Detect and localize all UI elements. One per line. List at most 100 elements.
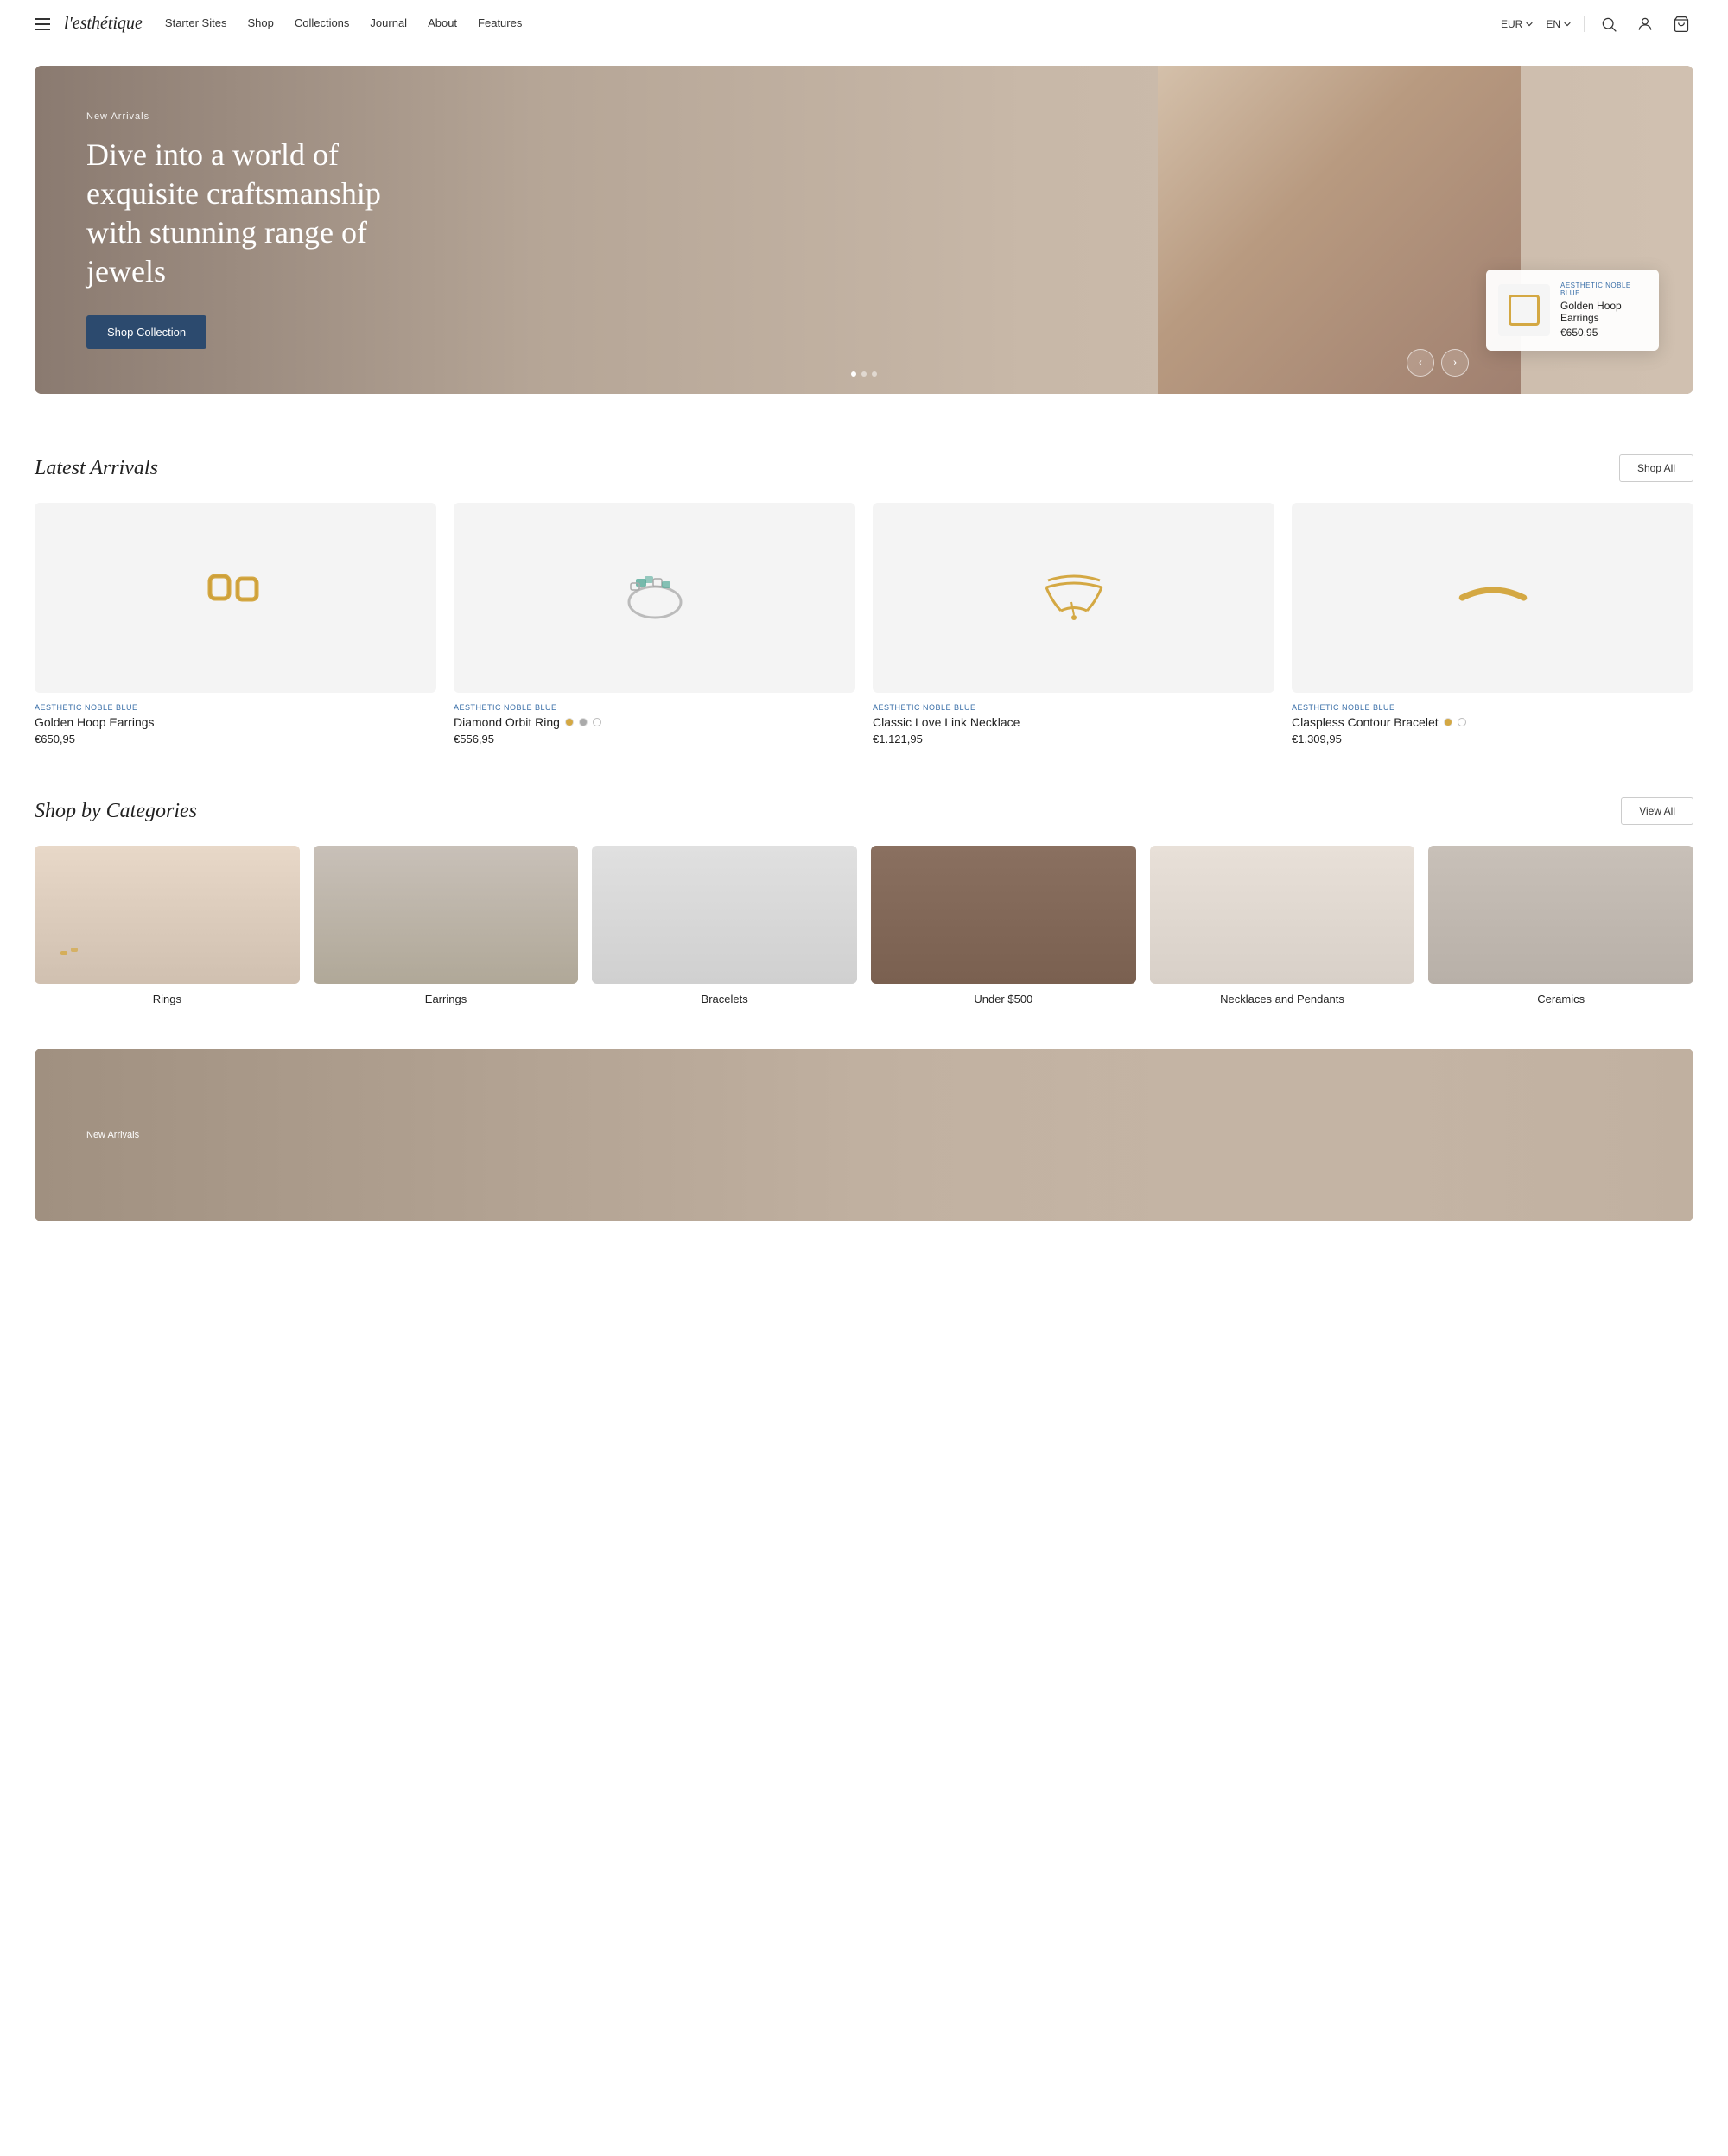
hero-product-info: AESTHETIC NOBLE BLUE Golden Hoop Earring… bbox=[1560, 282, 1647, 339]
hero-model-image bbox=[1158, 66, 1521, 394]
section-header-categories: Shop by Categories View All bbox=[35, 797, 1693, 825]
logo[interactable]: l'esthétique bbox=[64, 14, 143, 34]
product-brand: AESTHETIC NOBLE BLUE bbox=[1292, 703, 1693, 712]
product-brand: AESTHETIC NOBLE BLUE bbox=[35, 703, 436, 712]
latest-arrivals-section: Latest Arrivals Shop All AESTHETIC NOBLE… bbox=[0, 411, 1728, 789]
category-label-under500: Under $500 bbox=[871, 992, 1136, 1005]
product-image-necklace bbox=[873, 503, 1274, 693]
category-label-earrings: Earrings bbox=[314, 992, 579, 1005]
navbar: l'esthétique Starter Sites Shop Collecti… bbox=[0, 0, 1728, 48]
cart-button[interactable] bbox=[1669, 12, 1693, 36]
hero-product-image bbox=[1498, 284, 1550, 336]
second-hero-model-image bbox=[864, 1049, 1693, 1221]
category-image-ceramics bbox=[1428, 846, 1693, 984]
navbar-left: l'esthétique Starter Sites Shop Collecti… bbox=[35, 14, 522, 34]
category-card-bracelets[interactable]: Bracelets bbox=[592, 846, 857, 1005]
product-price: €1.121,95 bbox=[873, 732, 1274, 745]
product-name: Golden Hoop Earrings bbox=[35, 715, 436, 729]
color-swatch-silver[interactable] bbox=[579, 718, 588, 726]
nav-item-features[interactable]: Features bbox=[478, 16, 522, 31]
category-card-necklaces[interactable]: Necklaces and Pendants bbox=[1150, 846, 1415, 1005]
product-card-ring[interactable]: AESTHETIC NOBLE BLUE Diamond Orbit Ring … bbox=[454, 503, 855, 745]
hero-next-button[interactable]: › bbox=[1441, 349, 1469, 377]
category-label-rings: Rings bbox=[35, 992, 300, 1005]
shop-all-button[interactable]: Shop All bbox=[1619, 454, 1693, 482]
hero-content: New Arrivals Dive into a world of exquis… bbox=[35, 77, 467, 384]
product-grid: AESTHETIC NOBLE BLUE Golden Hoop Earring… bbox=[35, 503, 1693, 745]
category-card-under500[interactable]: Under $500 bbox=[871, 846, 1136, 1005]
hamburger-icon[interactable] bbox=[35, 18, 50, 30]
hero-arrows: ‹ › bbox=[1407, 349, 1469, 377]
earring-shape bbox=[1509, 295, 1540, 326]
bracelet-illustration bbox=[1450, 572, 1536, 624]
hero-dot-2[interactable] bbox=[861, 371, 867, 377]
product-image-ring bbox=[454, 503, 855, 693]
product-image-bracelet bbox=[1292, 503, 1693, 693]
section-header-arrivals: Latest Arrivals Shop All bbox=[35, 454, 1693, 482]
product-card-bracelet[interactable]: AESTHETIC NOBLE BLUE Claspless Contour B… bbox=[1292, 503, 1693, 745]
category-grid: Rings Earrings Bracelets Under $500 bbox=[35, 846, 1693, 1005]
color-swatch-gold[interactable] bbox=[565, 718, 574, 726]
language-selector[interactable]: EN bbox=[1546, 18, 1572, 30]
category-card-ceramics[interactable]: Ceramics bbox=[1428, 846, 1693, 1005]
nav-item-collections[interactable]: Collections bbox=[295, 16, 350, 31]
product-name: Classic Love Link Necklace bbox=[873, 715, 1274, 729]
nav-item-starter[interactable]: Starter Sites bbox=[165, 16, 227, 31]
category-image-rings bbox=[35, 846, 300, 984]
hero-product-brand: AESTHETIC NOBLE BLUE bbox=[1560, 282, 1647, 297]
account-button[interactable] bbox=[1633, 12, 1657, 36]
shop-collection-button[interactable]: Shop Collection bbox=[86, 315, 206, 349]
product-name: Diamond Orbit Ring bbox=[454, 715, 855, 729]
category-label-necklaces: Necklaces and Pendants bbox=[1150, 992, 1415, 1005]
category-card-earrings[interactable]: Earrings bbox=[314, 846, 579, 1005]
hero-title: Dive into a world of exquisite craftsman… bbox=[86, 136, 415, 291]
product-card-necklace[interactable]: AESTHETIC NOBLE BLUE Classic Love Link N… bbox=[873, 503, 1274, 745]
product-brand: AESTHETIC NOBLE BLUE bbox=[454, 703, 855, 712]
divider bbox=[1584, 16, 1585, 32]
hero-product-card[interactable]: AESTHETIC NOBLE BLUE Golden Hoop Earring… bbox=[1486, 270, 1659, 351]
hero-prev-button[interactable]: ‹ bbox=[1407, 349, 1434, 377]
nav-links: Starter Sites Shop Collections Journal A… bbox=[165, 16, 522, 31]
category-image-bracelets bbox=[592, 846, 857, 984]
hero-product-name: Golden Hoop Earrings bbox=[1560, 300, 1647, 324]
color-swatch-white[interactable] bbox=[593, 718, 601, 726]
hero-dot-1[interactable] bbox=[851, 371, 856, 377]
product-price: €556,95 bbox=[454, 732, 855, 745]
product-image-earrings bbox=[35, 503, 436, 693]
navbar-right: EUR EN bbox=[1501, 12, 1693, 36]
nav-item-about[interactable]: About bbox=[428, 16, 457, 31]
nav-item-shop[interactable]: Shop bbox=[247, 16, 273, 31]
color-swatch-gold[interactable] bbox=[1444, 718, 1452, 726]
product-price: €1.309,95 bbox=[1292, 732, 1693, 745]
category-image-necklaces bbox=[1150, 846, 1415, 984]
categories-title: Shop by Categories bbox=[35, 800, 197, 823]
categories-section: Shop by Categories View All Rings Earrin… bbox=[0, 789, 1728, 1049]
category-image-earrings bbox=[314, 846, 579, 984]
search-button[interactable] bbox=[1597, 12, 1621, 36]
product-brand: AESTHETIC NOBLE BLUE bbox=[873, 703, 1274, 712]
hero-tag: New Arrivals bbox=[86, 111, 415, 122]
product-price: €650,95 bbox=[35, 732, 436, 745]
second-hero-banner: New Arrivals bbox=[35, 1049, 1693, 1221]
cart-icon bbox=[1673, 16, 1690, 33]
color-swatch-white[interactable] bbox=[1458, 718, 1466, 726]
earring-illustration bbox=[201, 563, 270, 632]
currency-selector[interactable]: EUR bbox=[1501, 18, 1534, 30]
category-label-ceramics: Ceramics bbox=[1428, 992, 1693, 1005]
hero-banner: New Arrivals Dive into a world of exquis… bbox=[35, 66, 1693, 394]
product-name: Claspless Contour Bracelet bbox=[1292, 715, 1693, 729]
rings-on-hand-icon bbox=[52, 934, 95, 977]
product-card-earrings[interactable]: AESTHETIC NOBLE BLUE Golden Hoop Earring… bbox=[35, 503, 436, 745]
category-label-bracelets: Bracelets bbox=[592, 992, 857, 1005]
ring-illustration bbox=[612, 555, 698, 641]
hero-dot-3[interactable] bbox=[872, 371, 877, 377]
second-hero-tag: New Arrivals bbox=[35, 1095, 191, 1175]
view-all-button[interactable]: View All bbox=[1621, 797, 1693, 825]
search-icon bbox=[1600, 16, 1617, 33]
nav-item-journal[interactable]: Journal bbox=[370, 16, 407, 31]
category-card-rings[interactable]: Rings bbox=[35, 846, 300, 1005]
category-image-under500 bbox=[871, 846, 1136, 984]
chevron-down-icon-lang bbox=[1563, 20, 1572, 29]
hero-product-price: €650,95 bbox=[1560, 327, 1647, 339]
account-icon bbox=[1636, 16, 1654, 33]
